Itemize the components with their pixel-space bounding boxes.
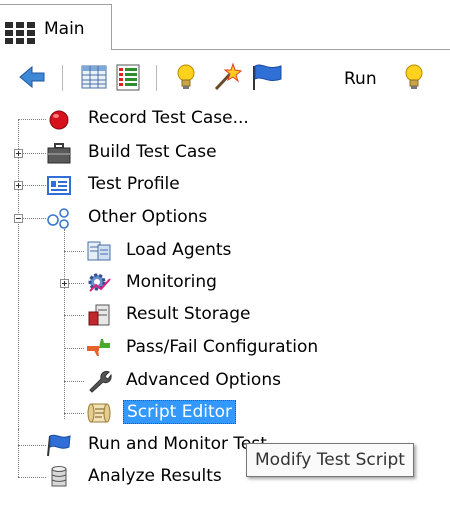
options-circles-icon (47, 208, 69, 229)
tree-item-result-storage[interactable]: Result Storage (86, 301, 306, 329)
tree-item-monitoring[interactable]: Monitoring (86, 269, 306, 297)
tree-line (22, 185, 46, 186)
database-icon (51, 466, 67, 487)
tree-item-record-test-case[interactable]: Record Test Case... (46, 105, 306, 133)
thumbs-pass-fail-icon (87, 339, 110, 356)
grid-icon (5, 22, 35, 44)
run-button-label[interactable]: Run (344, 69, 377, 89)
profile-card-icon (47, 176, 71, 195)
tree-line (18, 119, 46, 120)
expand-monitoring-toggle[interactable] (60, 279, 69, 288)
tree-item-label: Test Profile (88, 174, 180, 194)
tree-line (64, 251, 84, 252)
expand-profile-toggle[interactable] (14, 181, 23, 190)
tree-item-other-options[interactable]: Other Options (46, 204, 306, 232)
toolbar: Run (0, 55, 450, 103)
run-flag-icon[interactable] (250, 62, 284, 92)
tree-item-label: Result Storage (126, 304, 251, 324)
tab-main-label: Main (44, 19, 85, 39)
tree-item-script-editor[interactable]: Script Editor (86, 399, 306, 427)
list-report-icon[interactable] (114, 62, 142, 92)
toolbar-separator (156, 65, 157, 91)
tree-item-label: Monitoring (126, 272, 217, 292)
tree-item-label: Other Options (88, 207, 208, 227)
tree-item-label: Advanced Options (126, 370, 281, 390)
tab-main[interactable]: Main (0, 4, 112, 50)
toolbar-separator (62, 65, 63, 91)
tree-line (68, 283, 84, 284)
collapse-other-options-toggle[interactable] (14, 214, 23, 223)
tree-item-label: Build Test Case (88, 142, 217, 162)
result-storage-icon (88, 304, 110, 326)
tab-strip: Main (0, 0, 450, 50)
tree-item-test-profile[interactable]: Test Profile (46, 171, 306, 199)
tree-item-build-test-case[interactable]: Build Test Case (46, 139, 306, 167)
tree-line (18, 119, 19, 429)
tree-item-label: Run and Monitor Test (88, 434, 267, 454)
record-icon (49, 110, 69, 130)
tree-item-load-agents[interactable]: Load Agents (86, 237, 306, 265)
tree-item-pass-fail-configuration[interactable]: Pass/Fail Configuration (86, 334, 366, 362)
tree-line (64, 315, 84, 316)
script-scroll-icon (87, 403, 111, 423)
back-arrow-icon[interactable] (18, 62, 46, 92)
tree-line (64, 381, 84, 382)
tree-line (64, 413, 84, 414)
tree-item-label: Pass/Fail Configuration (126, 337, 319, 357)
tree-line (18, 429, 19, 477)
tree-line (64, 229, 65, 419)
tree-item-label: Record Test Case... (88, 108, 249, 128)
briefcase-icon (47, 143, 71, 164)
tree-line (18, 445, 46, 446)
tree-line (22, 153, 46, 154)
magic-wand-icon[interactable] (212, 62, 242, 92)
lightbulb-icon[interactable] (174, 62, 198, 92)
tree-line (22, 218, 46, 219)
monitoring-gear-icon (88, 273, 111, 292)
hint-lightbulb-icon[interactable] (402, 62, 426, 92)
tree-line (18, 477, 46, 478)
run-flag-icon (47, 434, 71, 457)
tree-item-label: Analyze Results (88, 466, 222, 486)
expand-build-toggle[interactable] (14, 149, 23, 158)
tree-item-label: Load Agents (126, 240, 232, 260)
tooltip: Modify Test Script (246, 443, 414, 477)
wrench-icon (89, 371, 112, 393)
tree-item-advanced-options[interactable]: Advanced Options (86, 367, 306, 395)
tree-line (64, 348, 84, 349)
load-agents-icon (87, 241, 111, 261)
tree-item-label: Script Editor (123, 400, 237, 424)
table-view-icon[interactable] (80, 62, 108, 92)
